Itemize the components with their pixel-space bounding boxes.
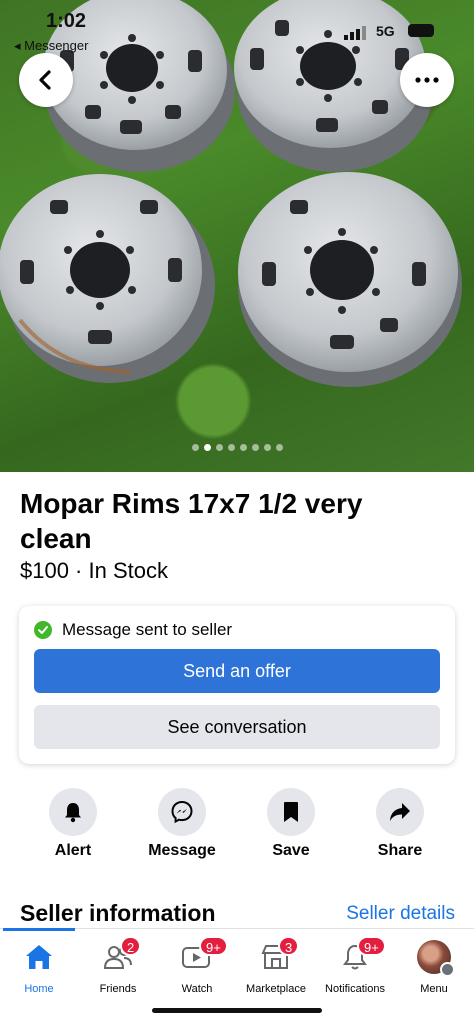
more-icon (415, 77, 439, 83)
watch-badge: 9+ (199, 936, 228, 956)
photo-pagination (192, 444, 283, 451)
seller-details-link[interactable]: Seller details (346, 903, 455, 925)
action-label: Alert (54, 842, 92, 859)
message-status: Message sent to seller (34, 620, 232, 640)
menu-icon (440, 962, 455, 977)
listing-photo[interactable]: 1:02 ◂ Messenger 5G (0, 0, 474, 472)
bell-icon: 9+ (315, 936, 395, 975)
see-conversation-button[interactable]: See conversation (34, 705, 440, 749)
avatar (417, 940, 455, 977)
action-label: Share (377, 842, 423, 859)
status-bar: 1:02 ◂ Messenger 5G (0, 0, 474, 60)
photo-dot (276, 444, 283, 451)
active-tab-indicator (3, 928, 75, 931)
tab-label: Marketplace (246, 983, 306, 995)
listing-actions: Alert Message Save Share (0, 788, 474, 868)
check-circle-icon (34, 621, 52, 639)
watch-icon: 9+ (157, 936, 237, 975)
share-icon (376, 788, 424, 836)
friends-icon: 2 (78, 936, 158, 975)
tab-home[interactable]: Home (0, 939, 79, 995)
battery-icon (408, 24, 434, 37)
action-label: Save (272, 842, 310, 859)
save-action[interactable]: Save (246, 788, 336, 860)
seller-section-heading: Seller information (20, 900, 216, 926)
home-indicator (152, 1008, 322, 1013)
message-status-text: Message sent to seller (62, 620, 233, 639)
photo-dot (228, 444, 235, 451)
listing-title: Mopar Rims 17x7 1/2 very clean (20, 488, 363, 554)
more-options-button[interactable] (400, 53, 454, 107)
message-action[interactable]: Message (137, 788, 227, 860)
tab-label: Friends (99, 983, 137, 995)
tab-menu[interactable]: Menu (394, 939, 474, 995)
bookmark-icon (267, 788, 315, 836)
back-to-app-link[interactable]: ◂ Messenger (14, 38, 88, 54)
marketplace-icon: 3 (236, 936, 316, 975)
photo-dot (240, 444, 247, 451)
friends-badge: 2 (120, 936, 142, 956)
photo-dot (264, 444, 271, 451)
tab-notifications[interactable]: 9+ Notifications (315, 936, 395, 995)
home-icon (0, 939, 79, 975)
action-label: Message (148, 842, 216, 859)
tab-watch[interactable]: 9+ Watch (157, 936, 237, 995)
marketplace-badge: 3 (278, 936, 300, 956)
photo-dot (252, 444, 259, 451)
tab-label: Menu (420, 983, 448, 995)
photo-dot (216, 444, 223, 451)
tab-label: Notifications (325, 983, 385, 995)
listing-price: $100 · In Stock (20, 558, 168, 583)
send-offer-button[interactable]: Send an offer (34, 649, 440, 693)
messenger-icon (158, 788, 206, 836)
photo-dot (204, 444, 211, 451)
rim-bottom-right (238, 172, 462, 387)
rim-bottom-left (0, 174, 215, 383)
status-time: 1:02 (46, 10, 87, 32)
notifications-badge: 9+ (357, 936, 386, 956)
tab-label: Watch (181, 983, 213, 995)
photo-dot (192, 444, 199, 451)
bell-icon (49, 788, 97, 836)
menu-tab-icon (394, 939, 474, 977)
alert-action[interactable]: Alert (28, 788, 118, 860)
chevron-left-icon (39, 70, 51, 90)
tab-marketplace[interactable]: 3 Marketplace (236, 936, 316, 995)
signal-icon (344, 26, 366, 40)
share-action[interactable]: Share (355, 788, 445, 860)
message-card: Message sent to seller Send an offer See… (19, 606, 455, 764)
back-button[interactable] (19, 53, 73, 107)
network-type: 5G (376, 23, 395, 39)
tab-friends[interactable]: 2 Friends (78, 936, 158, 995)
tab-label: Home (24, 983, 54, 995)
